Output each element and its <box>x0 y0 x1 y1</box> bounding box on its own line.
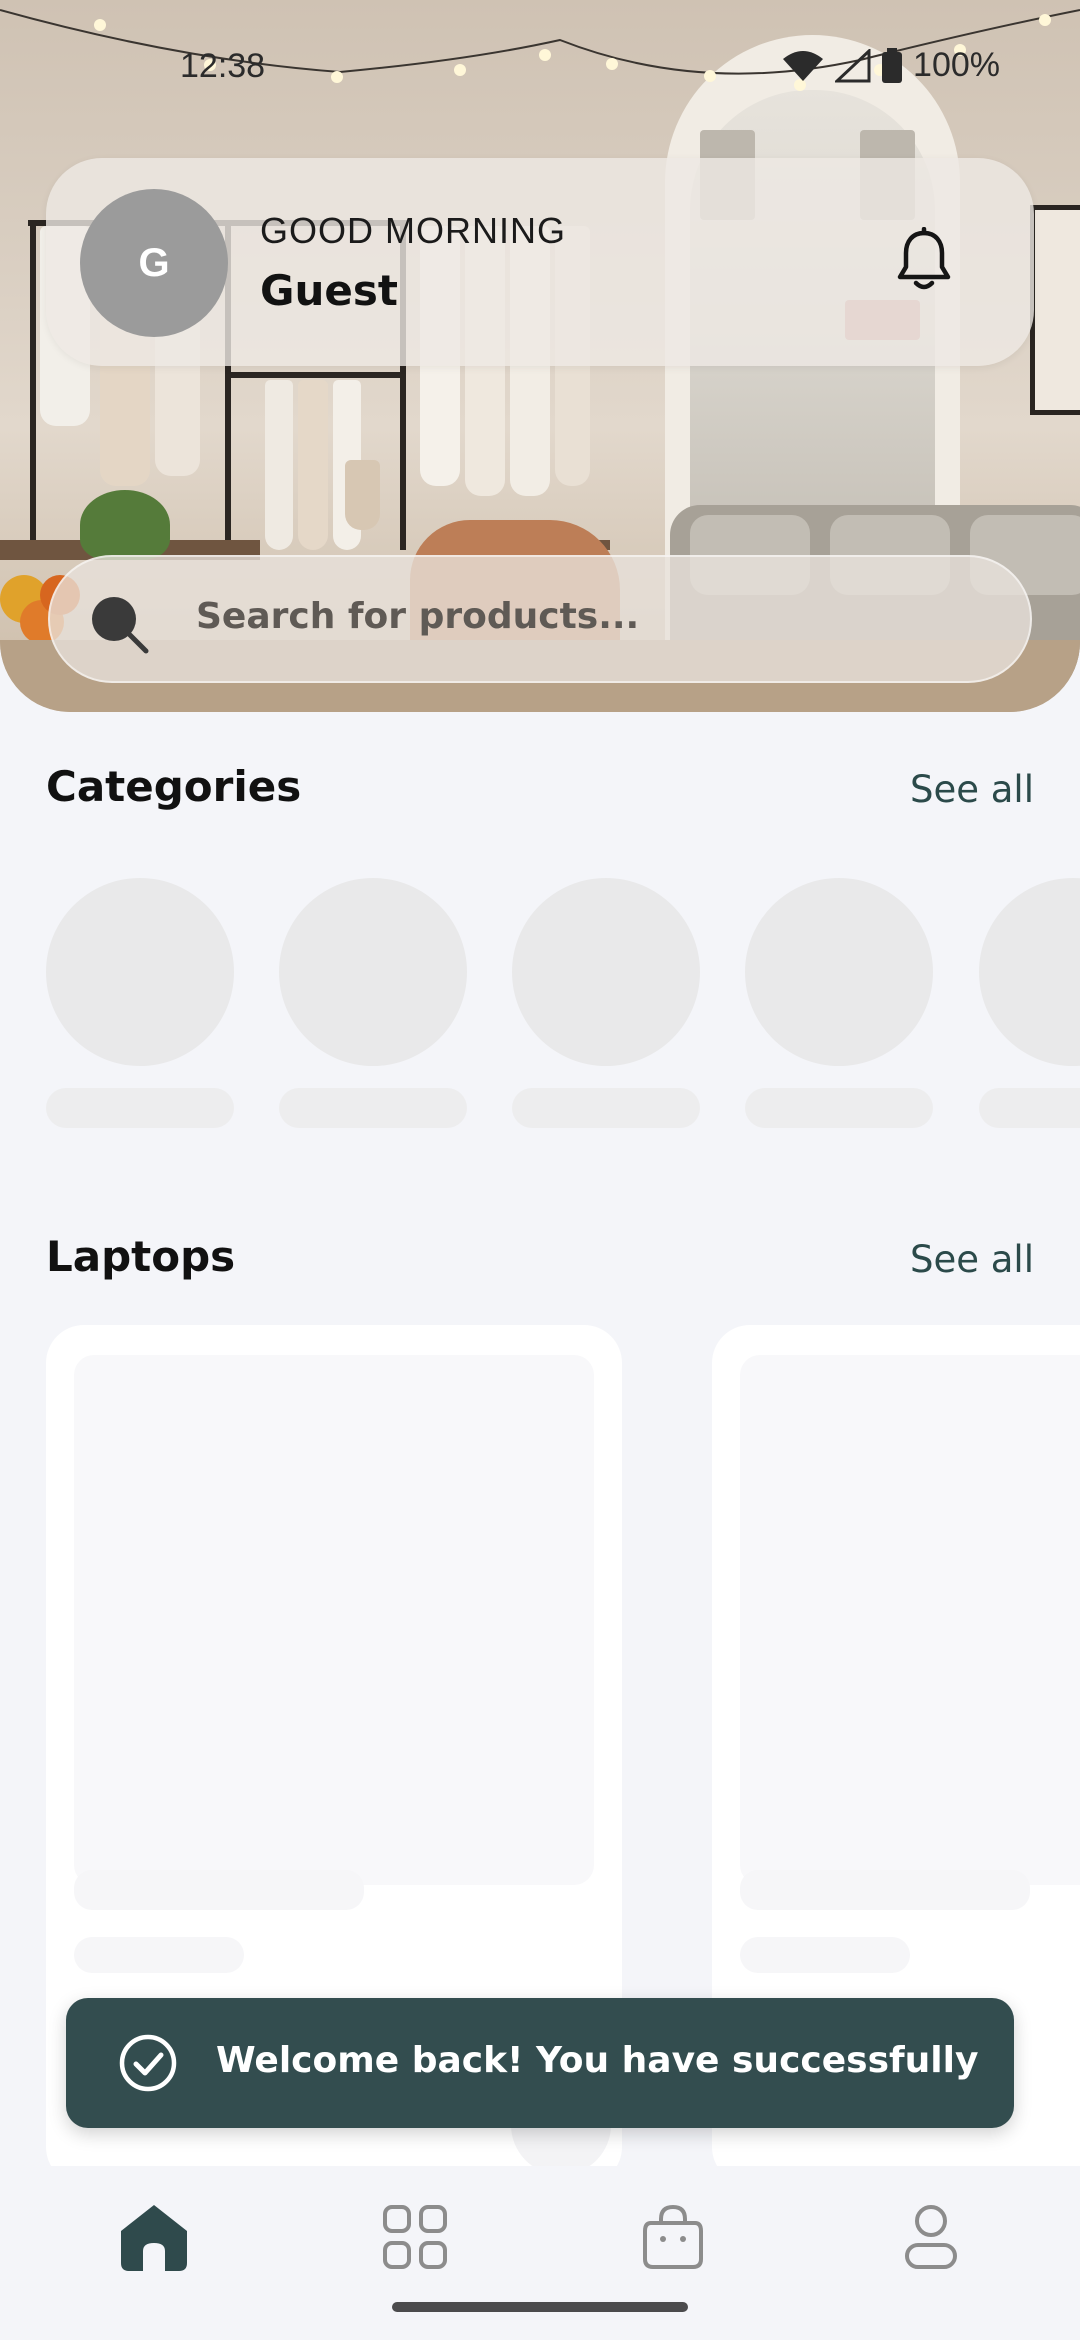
category-skeleton-image <box>745 878 933 1066</box>
nav-home[interactable] <box>109 2192 199 2282</box>
product-price-skeleton <box>74 1937 244 1973</box>
home-icon <box>121 2205 187 2271</box>
check-circle-icon <box>119 2034 177 2092</box>
gesture-home-indicator[interactable] <box>392 2302 688 2312</box>
category-skeleton-label <box>512 1088 700 1128</box>
nav-profile[interactable] <box>886 2192 976 2282</box>
categories-see-all-link[interactable]: See all <box>910 768 1034 811</box>
laptops-see-all-link[interactable]: See all <box>910 1238 1034 1281</box>
greeting-card: G GOOD MORNING Guest <box>46 158 1034 366</box>
product-image-skeleton <box>740 1355 1080 1885</box>
notification-button[interactable] <box>884 220 964 300</box>
category-skeleton-label <box>979 1088 1080 1128</box>
category-skeleton-image <box>512 878 700 1066</box>
laptops-title: Laptops <box>46 1232 236 1281</box>
grid-icon <box>383 2205 447 2269</box>
category-skeleton-label <box>745 1088 933 1128</box>
category-skeleton-image <box>279 878 467 1066</box>
status-bar: 12:38 100% <box>0 0 1080 100</box>
product-price-skeleton <box>740 1937 910 1973</box>
home-screen: 12:38 100% G GOOD MORNING Guest Search f… <box>0 0 1080 2340</box>
avatar-initial: G <box>138 240 170 285</box>
signal-icon <box>835 48 871 82</box>
nav-cart[interactable] <box>628 2192 718 2282</box>
battery-percentage: 100% <box>913 46 1000 84</box>
category-skeleton-label <box>46 1088 234 1128</box>
success-toast: Welcome back! You have successfully <box>66 1998 1014 2128</box>
user-name: Guest <box>260 266 398 315</box>
status-time: 12:38 <box>180 47 266 85</box>
avatar[interactable]: G <box>80 189 228 337</box>
toast-message: Welcome back! You have successfully <box>216 2040 979 2081</box>
bag-icon <box>643 2204 703 2269</box>
user-icon <box>905 2205 957 2269</box>
product-image-skeleton <box>74 1355 594 1885</box>
search-icon <box>92 597 149 654</box>
search-bar[interactable]: Search for products... <box>48 555 1032 683</box>
category-skeleton-image <box>46 878 234 1066</box>
bell-icon <box>897 227 951 290</box>
bottom-navigation <box>0 2166 1080 2340</box>
nav-categories[interactable] <box>370 2192 460 2282</box>
wifi-icon <box>783 50 824 81</box>
product-title-skeleton <box>74 1870 364 1910</box>
battery-icon <box>882 47 903 83</box>
greeting-text: GOOD MORNING <box>260 210 566 251</box>
product-title-skeleton <box>740 1870 1030 1910</box>
search-input[interactable]: Search for products... <box>196 596 639 637</box>
category-skeleton-image <box>979 878 1080 1066</box>
categories-title: Categories <box>46 762 302 811</box>
category-skeleton-label <box>279 1088 467 1128</box>
